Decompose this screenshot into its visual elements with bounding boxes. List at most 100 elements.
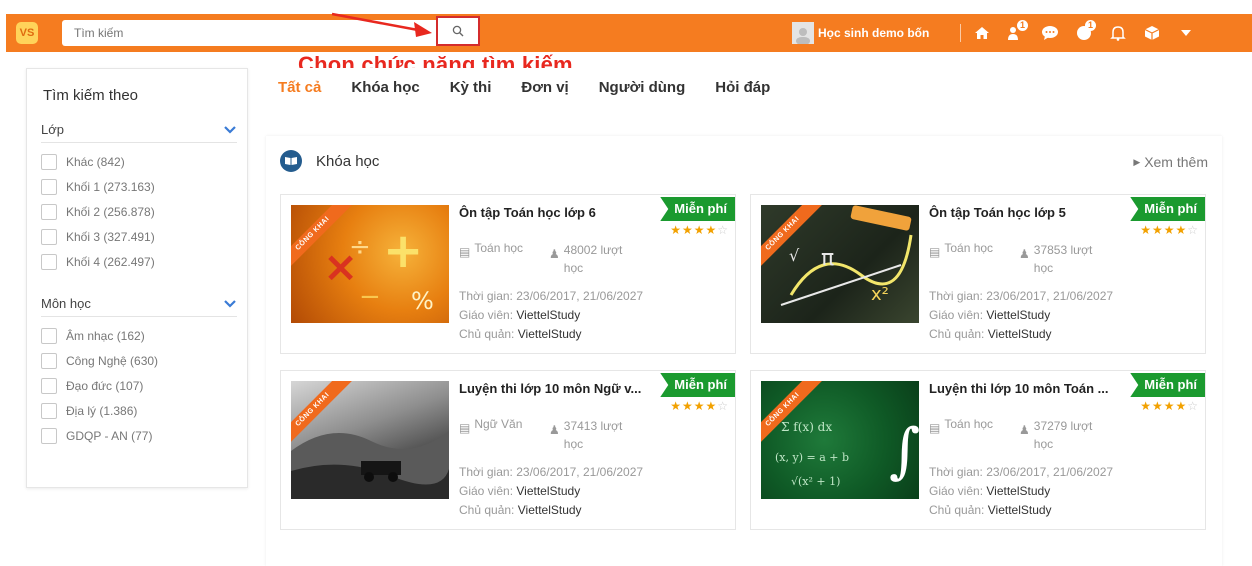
checkbox[interactable]: [41, 352, 57, 369]
course-meta: ▤ Ngữ Văn ♟ 37413 lượt học: [459, 417, 719, 453]
course-details: Thời gian: 23/06/2017, 21/06/2027 Giáo v…: [929, 465, 1114, 517]
filter-option-label: Khối 4 (262.497): [66, 254, 155, 269]
filter-group-header[interactable]: Lớp: [41, 117, 237, 143]
section-title: Khóa học: [316, 152, 380, 170]
home-icon: [975, 27, 989, 39]
divider: [960, 24, 961, 42]
course-title[interactable]: Luyện thi lớp 10 môn Ngữ v...: [459, 381, 641, 396]
user-icon: ♟: [1019, 423, 1030, 437]
view-more-link[interactable]: ▶ Xem thêm: [1133, 154, 1208, 170]
course-card[interactable]: π x² √ CÔNG KHAI Ôn tập Toán học lớp 5 M…: [750, 194, 1206, 354]
friends-badge: 1: [1017, 20, 1029, 31]
filter-option[interactable]: GDQP - AN (77): [41, 423, 237, 448]
filter-group-header[interactable]: Môn học: [41, 291, 237, 317]
course-owner[interactable]: ViettelStudy: [988, 503, 1052, 517]
friends-button[interactable]: 1: [999, 20, 1033, 46]
course-time: 23/06/2017, 21/06/2027: [986, 289, 1114, 303]
course-details: Thời gian: 23/06/2017, 21/06/2027 Giáo v…: [929, 289, 1114, 341]
account-dropdown[interactable]: [1169, 20, 1203, 46]
filter-option-label: Địa lý (1.386): [66, 403, 138, 418]
course-subject: Toán học: [474, 241, 524, 255]
course-owner[interactable]: ViettelStudy: [518, 503, 582, 517]
svg-text:√(x² + 1): √(x² + 1): [791, 475, 840, 488]
search-icon: [452, 25, 464, 37]
course-thumbnail: CÔNG KHAI: [291, 381, 449, 499]
messages-button[interactable]: [1033, 20, 1067, 46]
course-views: 48002 lượt học: [563, 243, 623, 275]
user-name: Học sinh demo bốn: [818, 26, 930, 40]
filter-option-label: Công Nghệ (630): [66, 353, 159, 368]
filter-option[interactable]: Khối 2 (256.878): [41, 199, 237, 224]
checkbox[interactable]: [41, 203, 57, 220]
course-details: Thời gian: 23/06/2017, 21/06/2027 Giáo v…: [459, 289, 644, 341]
course-title[interactable]: Ôn tập Toán học lớp 5: [929, 205, 1066, 220]
header-icons: 1 1: [956, 20, 1203, 46]
tab-users[interactable]: Người dùng: [599, 79, 686, 96]
avatar: [792, 22, 814, 44]
course-subject: Ngữ Văn: [474, 417, 523, 431]
tab-all[interactable]: Tất cả: [278, 79, 321, 96]
section-header: Khóa học: [280, 150, 379, 172]
checkbox[interactable]: [41, 228, 57, 245]
course-teacher[interactable]: ViettelStudy: [516, 484, 580, 498]
course-meta: ▤ Toán học ♟ 48002 lượt học: [459, 241, 719, 277]
filter-option[interactable]: Khác (842): [41, 149, 237, 174]
notifications-button[interactable]: [1101, 20, 1135, 46]
svg-text:π: π: [821, 246, 834, 271]
checkbox[interactable]: [41, 427, 57, 444]
course-views: 37279 lượt học: [1033, 419, 1093, 451]
search-button[interactable]: [436, 16, 480, 46]
course-card[interactable]: + × ÷ % − CÔNG KHAI Ôn tập Toán học lớp …: [280, 194, 736, 354]
course-thumbnail: π x² √ CÔNG KHAI: [761, 205, 919, 323]
checkbox[interactable]: [41, 402, 57, 419]
checkbox[interactable]: [41, 377, 57, 394]
course-card[interactable]: CÔNG KHAI Luyện thi lớp 10 môn Ngữ v... …: [280, 370, 736, 530]
course-time: 23/06/2017, 21/06/2027: [516, 465, 644, 479]
course-title[interactable]: Ôn tập Toán học lớp 6: [459, 205, 596, 220]
user-menu[interactable]: Học sinh demo bốn: [792, 22, 929, 44]
tab-units[interactable]: Đơn vị: [521, 79, 568, 96]
filter-option[interactable]: Âm nhạc (162): [41, 323, 237, 348]
home-button[interactable]: [965, 20, 999, 46]
user-icon: ♟: [549, 247, 560, 261]
course-owner[interactable]: ViettelStudy: [518, 327, 582, 341]
filter-option[interactable]: Công Nghệ (630): [41, 348, 237, 373]
book-icon: ▤: [929, 421, 941, 435]
tab-qa[interactable]: Hỏi đáp: [715, 79, 770, 96]
course-card[interactable]: Σ f(x) dx (x, y) = a + b √(x² + 1) ∫ CÔN…: [750, 370, 1206, 530]
price-tag: Miễn phí: [660, 197, 735, 221]
course-title[interactable]: Luyện thi lớp 10 môn Toán ...: [929, 381, 1108, 396]
course-owner[interactable]: ViettelStudy: [988, 327, 1052, 341]
course-teacher[interactable]: ViettelStudy: [516, 308, 580, 322]
alerts-button[interactable]: 1: [1067, 20, 1101, 46]
view-more-label: Xem thêm: [1144, 154, 1208, 170]
filter-option[interactable]: Địa lý (1.386): [41, 398, 237, 423]
svg-text:%: %: [411, 287, 434, 315]
chevron-down-icon: [224, 126, 236, 134]
packages-button[interactable]: [1135, 20, 1169, 46]
svg-text:−: −: [359, 282, 381, 312]
tab-exams[interactable]: Kỳ thi: [450, 79, 492, 96]
svg-text:÷: ÷: [349, 232, 371, 262]
course-teacher[interactable]: ViettelStudy: [986, 484, 1050, 498]
course-meta: ▤ Toán học ♟ 37279 lượt học: [929, 417, 1189, 453]
course-meta: ▤ Toán học ♟ 37853 lượt học: [929, 241, 1189, 277]
checkbox[interactable]: [41, 253, 57, 270]
price-tag: Miễn phí: [1130, 373, 1205, 397]
site-logo[interactable]: VS: [16, 22, 38, 44]
filter-option[interactable]: Khối 1 (273.163): [41, 174, 237, 199]
checkbox[interactable]: [41, 153, 57, 170]
filter-group-label: Môn học: [41, 296, 91, 311]
filter-option[interactable]: Đạo đức (107): [41, 373, 237, 398]
filter-option[interactable]: Khối 3 (327.491): [41, 224, 237, 249]
tab-courses[interactable]: Khóa học: [351, 79, 419, 96]
checkbox[interactable]: [41, 178, 57, 195]
svg-text:(x, y) = a + b: (x, y) = a + b: [775, 451, 849, 464]
course-views: 37413 lượt học: [563, 419, 623, 451]
svg-text:√: √: [789, 246, 800, 265]
checkbox[interactable]: [41, 327, 57, 344]
course-time: 23/06/2017, 21/06/2027: [986, 465, 1114, 479]
course-teacher[interactable]: ViettelStudy: [986, 308, 1050, 322]
filter-option[interactable]: Khối 4 (262.497): [41, 249, 237, 274]
rating-stars: ★★★★☆: [1140, 223, 1199, 237]
